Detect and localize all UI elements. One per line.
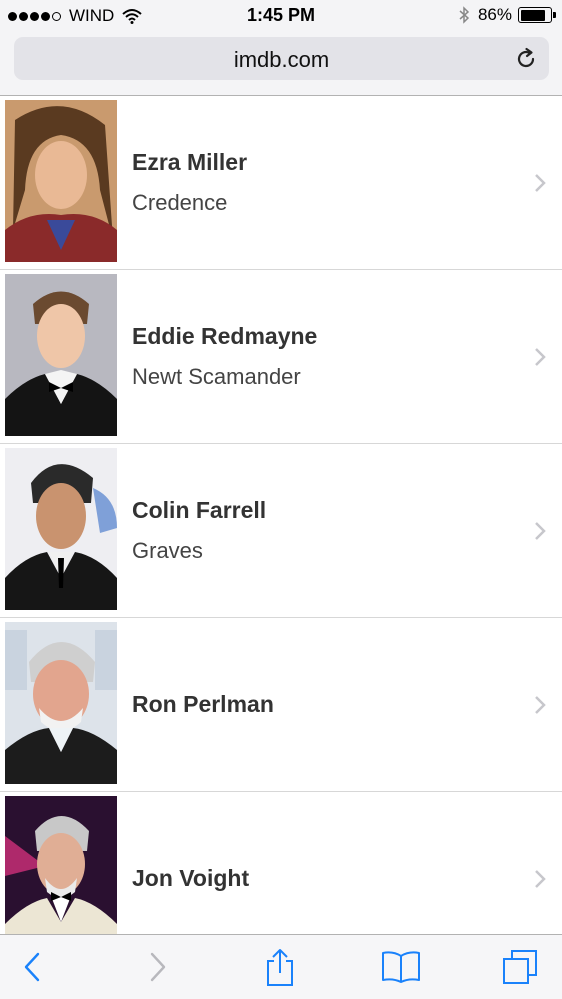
back-icon: [24, 952, 40, 982]
cast-row[interactable]: Colin Farrell Graves: [0, 444, 562, 618]
browser-toolbar: [0, 934, 562, 999]
status-right: 86%: [458, 5, 556, 25]
character-name: Newt Scamander: [132, 364, 301, 389]
cast-text: Eddie Redmayne Newt Scamander: [132, 270, 317, 443]
cast-text: Jon Voight: [132, 792, 249, 934]
url-text[interactable]: imdb.com: [14, 47, 549, 73]
chevron-right-icon: [535, 173, 546, 192]
share-button[interactable]: [260, 947, 300, 987]
actor-name[interactable]: Ron Perlman: [132, 691, 274, 718]
cast-text: Colin Farrell Graves: [132, 444, 266, 617]
cast-row[interactable]: Ron Perlman: [0, 618, 562, 792]
actor-name[interactable]: Colin Farrell: [132, 497, 266, 524]
actor-name[interactable]: Ezra Miller: [132, 149, 247, 176]
battery-percent: 86%: [477, 5, 512, 24]
chevron-right-icon: [535, 869, 546, 888]
cast-row[interactable]: Jon Voight: [0, 792, 562, 934]
battery-fill: [520, 9, 546, 21]
back-button[interactable]: [12, 947, 52, 987]
address-bar[interactable]: imdb.com: [14, 37, 549, 80]
chevron-right-icon: [535, 695, 546, 714]
character-name: Graves: [132, 538, 203, 563]
actor-photo: [5, 622, 117, 784]
actor-name[interactable]: Jon Voight: [132, 865, 249, 892]
share-icon: [267, 949, 293, 986]
actor-name[interactable]: Eddie Redmayne: [132, 323, 317, 350]
character-name: Credence: [132, 190, 228, 215]
cast-text: Ron Perlman: [132, 618, 274, 791]
cast-list: Ezra Miller Credence Eddie Redmayne Newt…: [0, 96, 562, 934]
forward-button[interactable]: [138, 947, 178, 987]
actor-photo: [5, 796, 117, 934]
reload-icon[interactable]: [513, 46, 539, 72]
browser-nav-area: imdb.com: [0, 30, 562, 96]
bookmarks-button[interactable]: [381, 947, 421, 987]
actor-photo: [5, 448, 117, 610]
actor-photo: [5, 274, 117, 436]
bookmarks-icon: [382, 951, 420, 983]
bluetooth-icon: [459, 6, 470, 24]
forward-icon: [150, 952, 166, 982]
tabs-button[interactable]: [500, 947, 540, 987]
cast-text: Ezra Miller Credence: [132, 96, 247, 269]
cast-row[interactable]: Eddie Redmayne Newt Scamander: [0, 270, 562, 444]
tabs-icon: [503, 950, 537, 984]
status-bar: WIND 1:45 PM 86%: [0, 0, 562, 30]
actor-photo: [5, 100, 117, 262]
chevron-right-icon: [535, 521, 546, 540]
battery-icon: [518, 7, 556, 23]
cast-row[interactable]: Ezra Miller Credence: [0, 96, 562, 270]
chevron-right-icon: [535, 347, 546, 366]
